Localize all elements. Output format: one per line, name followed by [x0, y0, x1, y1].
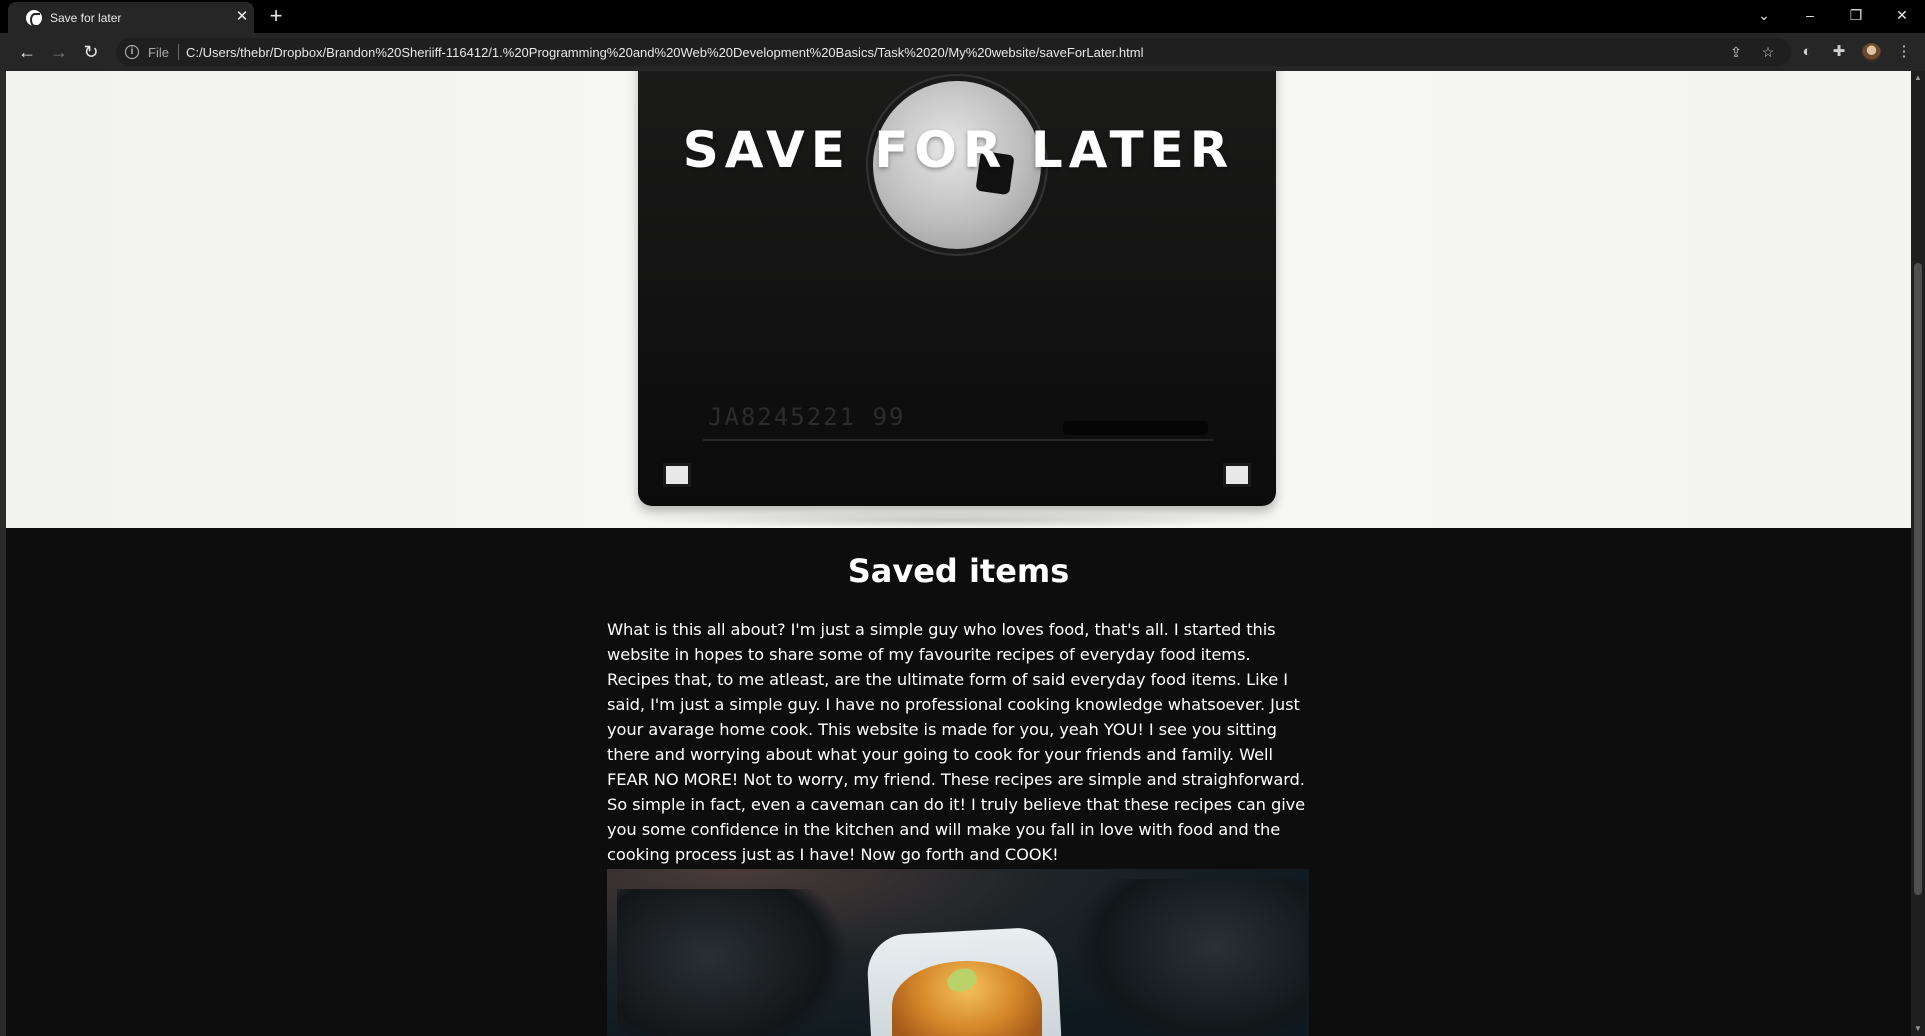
puzzle-icon[interactable]: ✚ — [1829, 42, 1849, 62]
page-title: SAVE FOR LATER — [682, 121, 1235, 179]
scroll-up-arrow-icon[interactable]: ▲ — [1911, 71, 1925, 85]
forward-arrow-icon[interactable]: → — [47, 40, 71, 64]
burger-photo — [607, 869, 1309, 1036]
restore-button[interactable]: ❐ — [1833, 0, 1879, 30]
star-icon[interactable]: ☆ — [1758, 42, 1778, 62]
scrollbar-thumb[interactable] — [1914, 263, 1922, 895]
scroll-down-arrow-icon[interactable]: ▼ — [1911, 1022, 1925, 1036]
vertical-scrollbar[interactable]: ▲ ▼ — [1911, 71, 1925, 1036]
tab-search-icon[interactable]: ⌄ — [1741, 0, 1787, 30]
left-glove — [617, 889, 847, 1036]
disk-serial: JA8245221 99 — [708, 403, 906, 431]
globe-icon — [26, 10, 42, 27]
right-glove — [1077, 879, 1307, 1036]
page-viewport: JA8245221 99 SAVE FOR LATER Saved items … — [0, 71, 1925, 1036]
disk-shadow — [634, 511, 1274, 528]
info-icon[interactable]: i — [125, 45, 139, 59]
tab-title: Save for later — [50, 11, 122, 25]
reload-icon[interactable]: ↻ — [79, 40, 103, 64]
close-tab-icon[interactable]: ✕ — [233, 8, 251, 26]
close-window-button[interactable]: ✕ — [1879, 0, 1925, 30]
new-tab-button[interactable]: + — [264, 4, 288, 28]
disk-write-protect-window — [663, 463, 691, 487]
url-text[interactable]: C:/Users/thebr/Dropbox/Brandon%20Sheriif… — [186, 45, 1143, 60]
browser-toolbar: ← → ↻ i File C:/Users/thebr/Dropbox/Bran… — [0, 33, 1925, 71]
browser-tab[interactable]: Save for later ✕ — [8, 2, 254, 33]
disk-label-slot — [1063, 421, 1208, 435]
hero-banner: JA8245221 99 SAVE FOR LATER — [6, 71, 1911, 528]
address-bar[interactable]: i File C:/Users/thebr/Dropbox/Brandon%20… — [116, 38, 1791, 66]
disk-density-window — [1223, 463, 1251, 487]
scheme-label: File — [148, 45, 169, 60]
intro-paragraph: What is this all about? I'm just a simpl… — [607, 620, 1306, 864]
saved-items-heading: Saved items — [847, 552, 1070, 590]
back-arrow-icon[interactable]: ← — [15, 40, 39, 64]
kebab-menu-icon[interactable]: ⋮ — [1894, 42, 1914, 62]
profile-avatar[interactable] — [1862, 43, 1881, 62]
minimize-button[interactable]: – — [1787, 0, 1833, 30]
browser-tabstrip: Save for later ✕ + ⌄ – ❐ ✕ — [0, 0, 1925, 33]
share-icon[interactable]: ⇪ — [1726, 42, 1746, 62]
disk-ridge — [703, 439, 1213, 441]
divider — [178, 44, 179, 60]
extension-icon[interactable]: ◐ — [1797, 42, 1817, 62]
